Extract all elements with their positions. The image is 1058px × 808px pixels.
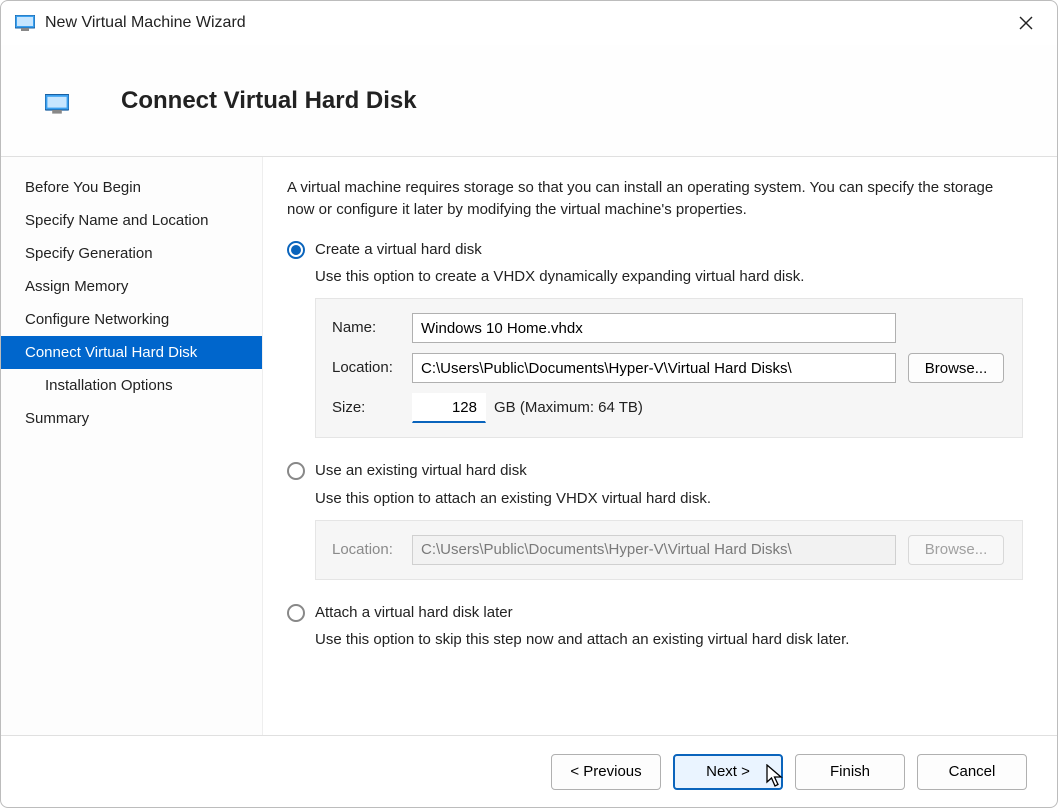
create-panel: Name: Location: Browse... Size: GB (Maxi… [315, 298, 1023, 438]
option-existing-title: Use an existing virtual hard disk [315, 460, 527, 482]
wizard-window: New Virtual Machine Wizard Connect Virtu… [0, 0, 1058, 808]
option-later-desc: Use this option to skip this step now an… [315, 629, 1023, 651]
titlebar: New Virtual Machine Wizard [1, 1, 1057, 45]
option-later[interactable]: Attach a virtual hard disk later [287, 602, 1023, 624]
intro-text: A virtual machine requires storage so th… [287, 177, 1023, 221]
radio-later[interactable] [287, 604, 305, 622]
close-button[interactable] [1003, 5, 1049, 41]
size-suffix: GB (Maximum: 64 TB) [494, 397, 643, 419]
option-create-desc: Use this option to create a VHDX dynamic… [315, 266, 1023, 288]
size-input[interactable] [412, 393, 486, 423]
sidebar-item-specify-generation[interactable]: Specify Generation [1, 237, 262, 270]
radio-existing[interactable] [287, 462, 305, 480]
option-create[interactable]: Create a virtual hard disk [287, 239, 1023, 261]
finish-button[interactable]: Finish [795, 754, 905, 790]
location-input[interactable] [412, 353, 896, 383]
wizard-body: Before You Begin Specify Name and Locati… [1, 157, 1057, 735]
page-title: Connect Virtual Hard Disk [121, 87, 417, 115]
sidebar: Before You Begin Specify Name and Locati… [1, 157, 263, 735]
size-label: Size: [332, 397, 412, 419]
browse-existing-button: Browse... [908, 535, 1004, 565]
name-input[interactable] [412, 313, 896, 343]
sidebar-item-summary[interactable]: Summary [1, 402, 262, 435]
location-label: Location: [332, 357, 412, 379]
browse-create-button[interactable]: Browse... [908, 353, 1004, 383]
existing-panel: Location: Browse... [315, 520, 1023, 580]
app-icon [15, 15, 35, 31]
previous-button[interactable]: < Previous [551, 754, 661, 790]
sidebar-item-assign-memory[interactable]: Assign Memory [1, 270, 262, 303]
sidebar-item-installation-options[interactable]: Installation Options [1, 369, 262, 402]
radio-create[interactable] [287, 241, 305, 259]
sidebar-item-specify-name[interactable]: Specify Name and Location [1, 204, 262, 237]
page-header: Connect Virtual Hard Disk [1, 45, 1057, 157]
footer: < Previous Next > Finish Cancel [1, 735, 1057, 807]
sidebar-item-before-you-begin[interactable]: Before You Begin [1, 171, 262, 204]
sidebar-item-configure-networking[interactable]: Configure Networking [1, 303, 262, 336]
cancel-button[interactable]: Cancel [917, 754, 1027, 790]
window-title: New Virtual Machine Wizard [45, 14, 1003, 32]
option-create-title: Create a virtual hard disk [315, 239, 482, 261]
header-icon [45, 94, 69, 114]
option-existing-desc: Use this option to attach an existing VH… [315, 488, 1023, 510]
main-panel: A virtual machine requires storage so th… [263, 157, 1057, 735]
close-icon [1019, 16, 1033, 30]
existing-location-label: Location: [332, 539, 412, 561]
next-button[interactable]: Next > [673, 754, 783, 790]
existing-location-input [412, 535, 896, 565]
sidebar-item-connect-vhd[interactable]: Connect Virtual Hard Disk [1, 336, 262, 369]
option-later-title: Attach a virtual hard disk later [315, 602, 513, 624]
name-label: Name: [332, 317, 412, 339]
option-existing[interactable]: Use an existing virtual hard disk [287, 460, 1023, 482]
